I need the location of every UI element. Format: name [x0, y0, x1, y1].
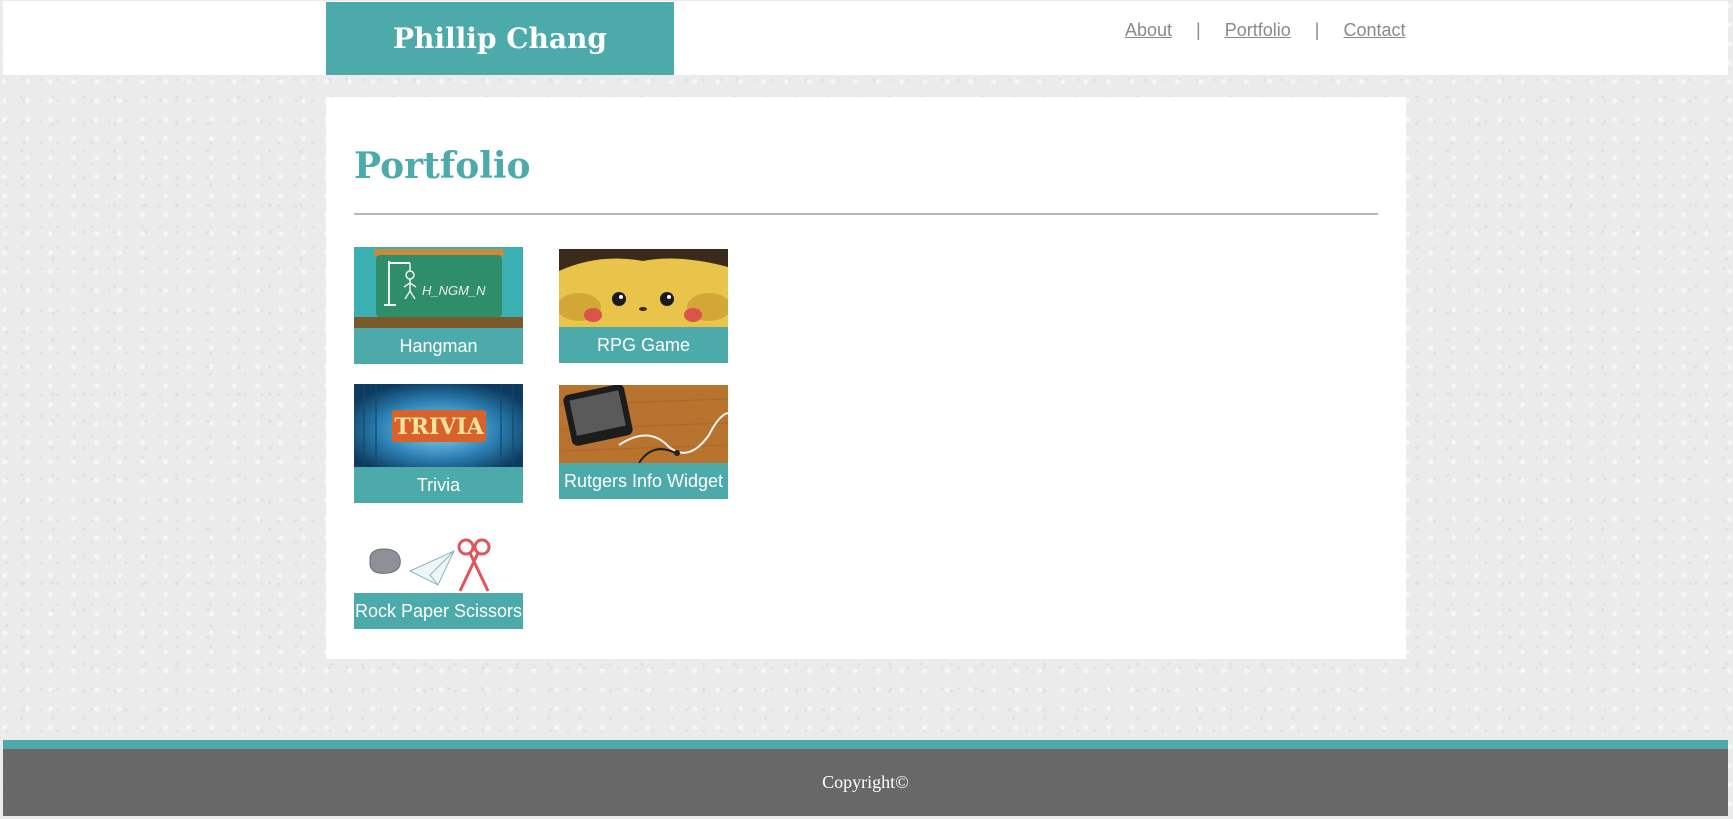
copyright-text: Copyright© [822, 772, 909, 792]
project-label-rutgers-info-widget: Rutgers Info Widget [559, 463, 728, 499]
nav-portfolio-link[interactable]: Portfolio [1225, 20, 1291, 41]
trivia-thumb-text: TRIVIA [394, 414, 484, 440]
hangman-thumbnail: H_NGM_N [354, 247, 523, 328]
scissors-icon [457, 538, 491, 592]
site-header [3, 1, 1728, 75]
project-tile-rpg-game[interactable]: RPG Game [559, 249, 728, 363]
project-label-trivia: Trivia [354, 467, 523, 503]
project-tile-rock-paper-scissors[interactable]: Rock Paper Scissors [354, 535, 523, 629]
nav-separator: | [1196, 20, 1201, 40]
title-divider [354, 213, 1378, 215]
footer-accent-bar [3, 740, 1728, 749]
portfolio-panel: Portfolio H_NGM_N Hangman RPG Game TRIVI… [326, 97, 1406, 659]
paper-plane-icon [408, 549, 456, 586]
nav-separator: | [1314, 20, 1320, 40]
project-label-hangman: Hangman [354, 328, 523, 364]
site-brand[interactable]: Phillip Chang [326, 2, 674, 75]
top-nav: About | Portfolio | Contact [1125, 20, 1406, 41]
page-title: Portfolio [354, 145, 531, 187]
trivia-thumbnail: TRIVIA [354, 384, 523, 467]
project-tile-hangman[interactable]: H_NGM_N Hangman [354, 247, 523, 364]
project-tile-trivia[interactable]: TRIVIA Trivia [354, 384, 523, 503]
hangman-thumb-text: H_NGM_N [422, 283, 486, 298]
rutgers-thumbnail [559, 385, 728, 463]
rpg-thumbnail [559, 249, 728, 327]
rock-icon [369, 548, 401, 574]
site-footer: Copyright© [3, 749, 1728, 816]
project-label-rock-paper-scissors: Rock Paper Scissors [354, 593, 523, 629]
project-tile-rutgers-info-widget[interactable]: Rutgers Info Widget [559, 385, 728, 499]
nav-about-link[interactable]: About [1125, 20, 1172, 41]
nav-contact-link[interactable]: Contact [1343, 20, 1405, 41]
rps-thumbnail [354, 535, 523, 593]
project-label-rpg-game: RPG Game [559, 327, 728, 363]
